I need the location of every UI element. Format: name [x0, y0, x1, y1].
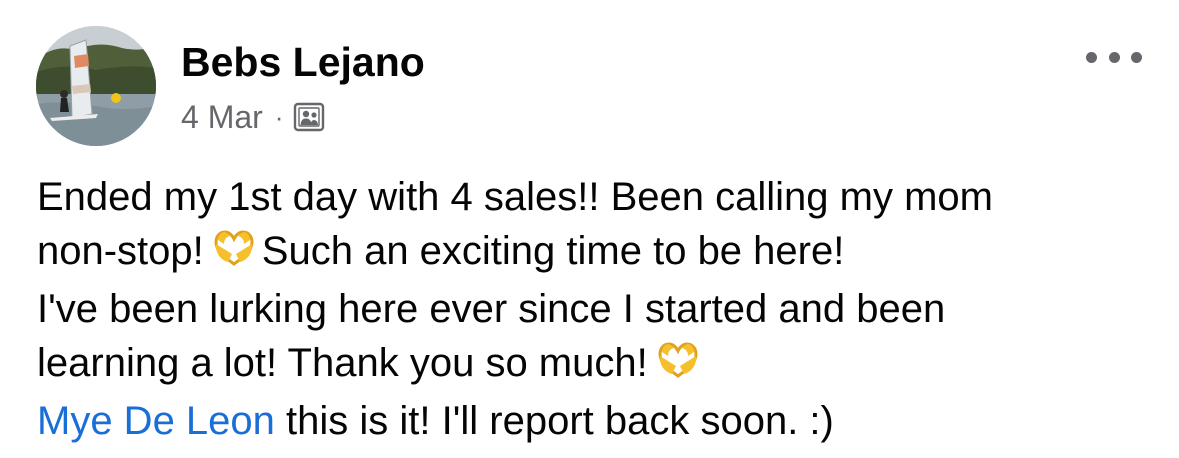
- post-line-2: non-stop! Such an exciting time to be he…: [37, 224, 1157, 282]
- mention-link[interactable]: Mye De Leon: [37, 399, 275, 443]
- windsurfer-photo: [36, 26, 156, 146]
- post-line-4: learning a lot! Thank you so much!: [37, 336, 1157, 394]
- meta-separator: ·: [274, 101, 284, 132]
- post-line-1: Ended my 1st day with 4 sales!! Been cal…: [37, 175, 993, 219]
- author-name[interactable]: Bebs Lejano: [181, 38, 425, 86]
- post-line-2-end: Such an exciting time to be here!: [261, 229, 845, 273]
- more-options-icon[interactable]: [1086, 40, 1142, 74]
- heart-hands-emoji-icon: [212, 228, 256, 282]
- post-line-3: I've been lurking here ever since I star…: [37, 287, 946, 331]
- post-line-2-start: non-stop!: [37, 229, 204, 273]
- feed-post: Bebs Lejano 4 Mar · Ended my 1st day wit…: [0, 0, 1179, 458]
- post-meta: 4 Mar ·: [181, 95, 325, 139]
- post-line-5-text: this is it! I'll report back soon. :): [274, 399, 834, 443]
- author-avatar[interactable]: [36, 26, 156, 146]
- heart-hands-emoji-icon: [656, 340, 700, 394]
- post-line-5: Mye De Leon this is it! I'll report back…: [37, 394, 1157, 448]
- post-line-4-text: learning a lot! Thank you so much!: [37, 341, 648, 385]
- group-members-icon[interactable]: [293, 101, 325, 133]
- post-body: Ended my 1st day with 4 sales!! Been cal…: [37, 170, 1157, 448]
- post-date[interactable]: 4 Mar: [181, 99, 263, 136]
